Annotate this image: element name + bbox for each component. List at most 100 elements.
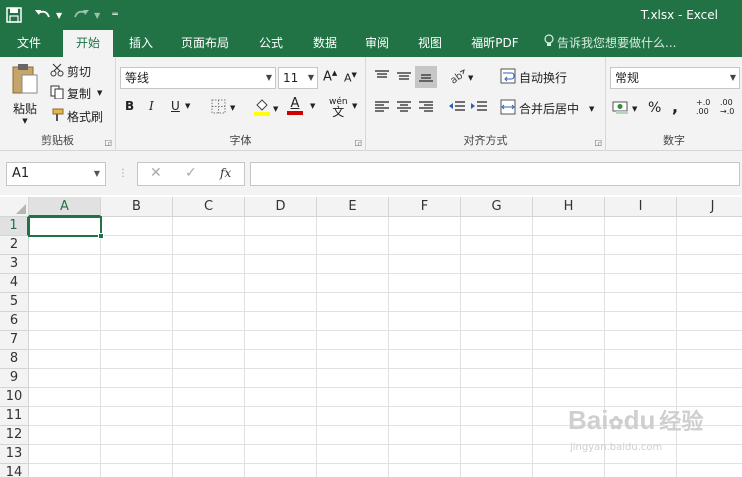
- tab-view[interactable]: 视图: [407, 30, 453, 57]
- cell[interactable]: [605, 350, 677, 369]
- column-header[interactable]: C: [173, 197, 245, 217]
- cell[interactable]: [317, 274, 389, 293]
- tab-formulas[interactable]: 公式: [248, 30, 294, 57]
- cell[interactable]: [245, 464, 317, 477]
- cell[interactable]: [173, 236, 245, 255]
- cell[interactable]: [677, 274, 742, 293]
- cell[interactable]: [389, 464, 461, 477]
- tab-page-layout[interactable]: 页面布局: [174, 30, 236, 57]
- cell[interactable]: [101, 217, 173, 236]
- cell[interactable]: [389, 350, 461, 369]
- underline-button[interactable]: U: [171, 99, 180, 113]
- cell[interactable]: [605, 217, 677, 236]
- cell[interactable]: [677, 236, 742, 255]
- cell[interactable]: [173, 369, 245, 388]
- cell[interactable]: [533, 331, 605, 350]
- redo-icon[interactable]: [72, 4, 90, 26]
- row-header[interactable]: 5: [0, 293, 29, 312]
- fill-handle[interactable]: [98, 233, 104, 239]
- cancel-icon[interactable]: ✕: [150, 165, 162, 181]
- cell[interactable]: [245, 369, 317, 388]
- number-format-combo[interactable]: 常规 ▼: [610, 67, 740, 89]
- cell[interactable]: [389, 312, 461, 331]
- undo-dropdown-icon[interactable]: ▼: [56, 4, 62, 26]
- cell[interactable]: [461, 350, 533, 369]
- cell[interactable]: [533, 312, 605, 331]
- cell[interactable]: [389, 407, 461, 426]
- cell[interactable]: [29, 388, 101, 407]
- cell[interactable]: [29, 274, 101, 293]
- tab-foxit-pdf[interactable]: 福昕PDF: [462, 30, 528, 57]
- merge-center-button[interactable]: 合并后居中 ▼: [500, 99, 594, 118]
- cell[interactable]: [101, 312, 173, 331]
- cell[interactable]: [605, 236, 677, 255]
- row-header[interactable]: 2: [0, 236, 29, 255]
- align-center-button[interactable]: [396, 100, 412, 117]
- align-middle-button[interactable]: [396, 69, 412, 86]
- column-header[interactable]: A: [29, 197, 101, 217]
- paste-button[interactable]: 粘贴 ▼: [6, 63, 44, 125]
- row-header[interactable]: 10: [0, 388, 29, 407]
- decrease-font-size-button[interactable]: A▼: [344, 71, 357, 85]
- align-left-button[interactable]: [374, 100, 390, 117]
- cell[interactable]: [173, 312, 245, 331]
- cell[interactable]: [29, 445, 101, 464]
- increase-indent-button[interactable]: [470, 100, 488, 117]
- clipboard-launcher-icon[interactable]: ◲: [104, 138, 112, 147]
- row-header[interactable]: 1: [0, 217, 29, 236]
- fill-color-button[interactable]: ▼: [253, 97, 278, 120]
- cell[interactable]: [677, 312, 742, 331]
- cell[interactable]: [317, 331, 389, 350]
- cell[interactable]: [605, 312, 677, 331]
- font-color-button[interactable]: A: [287, 97, 303, 115]
- cell[interactable]: [29, 236, 101, 255]
- cell[interactable]: [533, 464, 605, 477]
- percent-button[interactable]: %: [648, 100, 661, 116]
- cell[interactable]: [101, 407, 173, 426]
- cell[interactable]: [173, 407, 245, 426]
- row-header[interactable]: 13: [0, 445, 29, 464]
- cell[interactable]: [317, 388, 389, 407]
- cell[interactable]: [173, 388, 245, 407]
- cell[interactable]: [677, 217, 742, 236]
- format-painter-button[interactable]: 格式刷: [50, 106, 103, 126]
- increase-decimal-button[interactable]: +.0 .00: [696, 98, 718, 116]
- cell[interactable]: [101, 293, 173, 312]
- cell[interactable]: [245, 426, 317, 445]
- borders-button[interactable]: ▼: [211, 99, 235, 117]
- cell[interactable]: [245, 388, 317, 407]
- cell[interactable]: [29, 350, 101, 369]
- cell[interactable]: [101, 274, 173, 293]
- cell[interactable]: [173, 350, 245, 369]
- cell[interactable]: [461, 293, 533, 312]
- cell[interactable]: [533, 369, 605, 388]
- phonetic-button[interactable]: wén 文: [329, 97, 348, 118]
- insert-function-button[interactable]: fx: [220, 166, 231, 180]
- cell[interactable]: [173, 274, 245, 293]
- cell[interactable]: [101, 350, 173, 369]
- cell[interactable]: [317, 312, 389, 331]
- cell[interactable]: [173, 331, 245, 350]
- cell[interactable]: [245, 407, 317, 426]
- cell[interactable]: [677, 350, 742, 369]
- cell[interactable]: [533, 293, 605, 312]
- cell[interactable]: [101, 464, 173, 477]
- cell[interactable]: [245, 236, 317, 255]
- tell-me-box[interactable]: 告诉我您想要做什么...: [544, 30, 684, 57]
- cell[interactable]: [317, 426, 389, 445]
- cell[interactable]: [101, 388, 173, 407]
- row-header[interactable]: 7: [0, 331, 29, 350]
- formula-input[interactable]: [250, 162, 740, 186]
- cell[interactable]: [677, 369, 742, 388]
- align-bottom-button[interactable]: [415, 66, 437, 88]
- cell[interactable]: [173, 426, 245, 445]
- cell[interactable]: [245, 331, 317, 350]
- row-header[interactable]: 8: [0, 350, 29, 369]
- align-right-button[interactable]: [418, 100, 434, 117]
- cell[interactable]: [173, 217, 245, 236]
- column-header[interactable]: G: [461, 197, 533, 217]
- phonetic-dropdown-icon[interactable]: ▼: [352, 102, 357, 110]
- cell[interactable]: [29, 312, 101, 331]
- cell[interactable]: [101, 255, 173, 274]
- increase-font-size-button[interactable]: A▲: [323, 69, 337, 84]
